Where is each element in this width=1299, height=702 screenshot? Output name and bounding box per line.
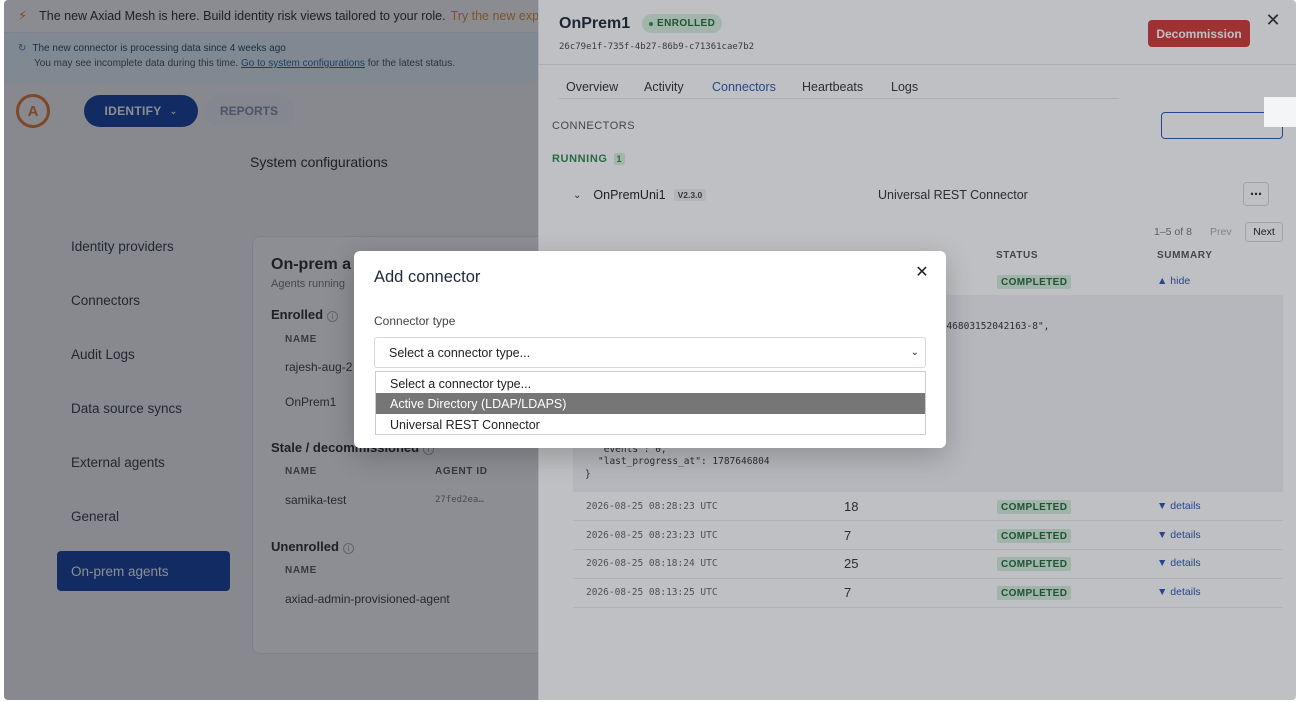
option-placeholder[interactable]: Select a connector type...: [376, 373, 925, 394]
scroll-edge: [1264, 97, 1296, 127]
option-universal-rest[interactable]: Universal REST Connector: [376, 414, 925, 435]
select-value: Select a connector type...: [389, 345, 531, 360]
option-active-directory[interactable]: Active Directory (LDAP/LDAPS): [376, 393, 925, 414]
connector-type-select[interactable]: Select a connector type... ⌄: [374, 337, 926, 368]
chevron-down-icon: ⌄: [910, 347, 919, 358]
connector-type-options: Select a connector type... Active Direct…: [375, 371, 926, 435]
app-window: ⚡︎ The new Axiad Mesh is here. Build ide…: [4, 0, 1296, 700]
modal-title: Add connector: [374, 268, 481, 286]
connector-type-label: Connector type: [374, 314, 456, 328]
close-icon[interactable]: ✕: [912, 262, 932, 282]
add-connector-modal: Add connector ✕ Connector type Select a …: [354, 251, 946, 448]
